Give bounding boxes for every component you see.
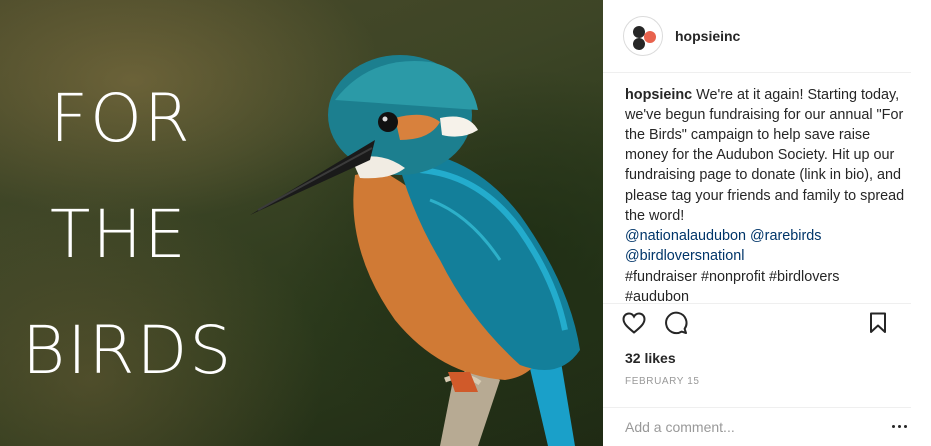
post-photo[interactable]: FOR THE BIRDS: [0, 0, 603, 446]
like-button[interactable]: [621, 310, 647, 336]
comment-bar: [603, 406, 911, 446]
more-dot: [903, 425, 907, 429]
speech-bubble-icon: [665, 311, 688, 334]
post-date[interactable]: FEBRUARY 15: [603, 366, 931, 387]
comment-input[interactable]: [625, 418, 889, 435]
mention-link[interactable]: @birdloversnationl: [625, 248, 744, 264]
caption-text: We're at it again! Starting today, we've…: [625, 86, 905, 224]
action-bar: [603, 302, 911, 342]
hashtag[interactable]: #fundraiser: [625, 269, 697, 285]
comment-button[interactable]: [663, 310, 689, 336]
header-username[interactable]: hopsieinc: [675, 28, 740, 44]
mention-link[interactable]: @nationalaudubon: [625, 228, 746, 244]
mention-link[interactable]: @rarebirds: [750, 228, 821, 244]
save-button[interactable]: [865, 310, 891, 336]
post-caption: hopsieinc We're at it again! Starting to…: [603, 73, 931, 305]
more-options-icon[interactable]: [889, 425, 909, 429]
overlay-text-line-2: THE: [50, 196, 188, 273]
more-dot: [897, 425, 901, 429]
post-sidebar: hopsieinc hopsieinc We're at it again! S…: [603, 0, 931, 446]
post-header: hopsieinc: [603, 0, 911, 73]
caption-username[interactable]: hopsieinc: [625, 87, 692, 103]
avatar-dot: [633, 37, 645, 50]
heart-icon: [622, 312, 646, 334]
bookmark-icon: [870, 312, 886, 333]
overlay-text-line-1: FOR: [50, 80, 192, 157]
instagram-post: FOR THE BIRDS hopsieinc hopsieinc We're …: [0, 0, 931, 446]
overlay-text-line-3: BIRDS: [22, 312, 234, 389]
avatar-dot-accent: [644, 30, 656, 43]
avatar[interactable]: [623, 15, 663, 56]
hashtag[interactable]: #nonprofit: [701, 269, 765, 285]
likes-count[interactable]: 32 likes: [603, 342, 931, 366]
more-dot: [891, 425, 895, 429]
hashtag[interactable]: #birdlovers: [769, 269, 839, 285]
